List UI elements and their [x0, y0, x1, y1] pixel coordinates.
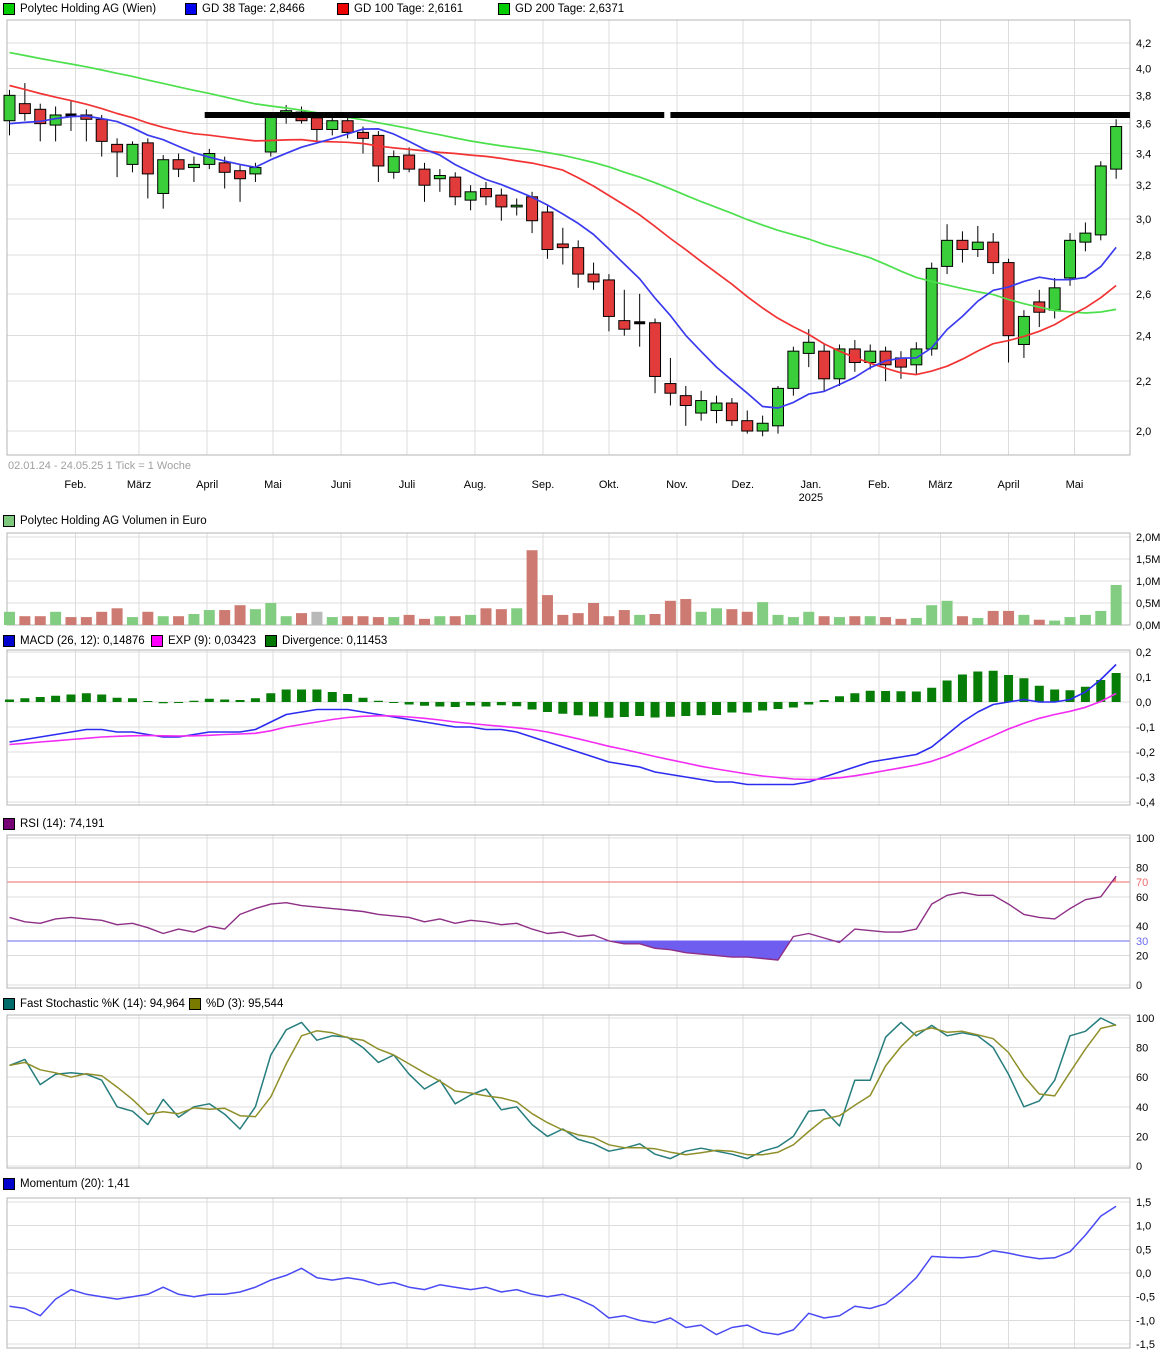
month-label: Dez. [731, 479, 754, 491]
axis-tick-label: 3,6 [1136, 119, 1151, 131]
volume-bars [4, 550, 1122, 625]
month-label: März [928, 479, 952, 491]
axis-tick-label: 2,0 [1136, 426, 1151, 438]
axis-tick-label: 70 [1136, 877, 1148, 889]
axis-tick-label: 0 [1136, 1161, 1142, 1173]
month-label: Juli [399, 479, 416, 491]
month-label: März [127, 479, 151, 491]
axis-tick-label: 3,2 [1136, 180, 1151, 192]
axis-tick-label: 100 [1136, 833, 1154, 845]
axis-tick-label: 2,6 [1136, 289, 1151, 301]
rsi-panel [7, 835, 1130, 988]
month-label: Juni [331, 479, 351, 491]
stochastic-indicator [10, 1018, 1117, 1159]
axis-tick-label: 2,0M [1136, 532, 1160, 544]
mom-panel [7, 1198, 1130, 1348]
month-label: Nov. [666, 479, 688, 491]
candlesticks [4, 83, 1122, 436]
axis-tick-label: 40 [1136, 921, 1148, 933]
axis-tick-label: 1,0 [1136, 1221, 1151, 1233]
axis-tick-label: 4,2 [1136, 38, 1151, 50]
axis-tick-label: 60 [1136, 892, 1148, 904]
axis-tick-label: 2,8 [1136, 250, 1151, 262]
gd40-line [10, 53, 1117, 313]
axis-tick-label: 2,4 [1136, 331, 1151, 343]
volume-panel [7, 533, 1130, 625]
rsi-indicator [10, 876, 1117, 960]
month-label: April [998, 479, 1020, 491]
axis-tick-label: 80 [1136, 862, 1148, 874]
axis-tick-label: -0,5 [1136, 1292, 1155, 1304]
chart-canvas[interactable]: 4,2 4,0 3,8 3,6 3,4 3,2 3,0 2,8 2,6 2,4 2,2 2,0 2,0M… [0, 0, 1175, 1361]
axis-tick-label: 0,0 [1136, 1268, 1151, 1280]
axis-tick-label: 0,5 [1136, 1244, 1151, 1256]
axis-tick-label: 100 [1136, 1013, 1154, 1025]
price-panel [7, 20, 1130, 455]
axis-tick-label: 0,2 [1136, 647, 1151, 659]
axis-tick-label: 0,0 [1136, 697, 1151, 709]
axis-tick-label: 1,0M [1136, 576, 1160, 588]
month-label: Jan. [800, 479, 821, 491]
month-label: Mai [1066, 479, 1084, 491]
macd-panel [7, 650, 1130, 805]
axis-tick-label: 40 [1136, 1102, 1148, 1114]
month-label: Feb. [64, 479, 86, 491]
month-label: Aug. [464, 479, 487, 491]
month-label: April [196, 479, 218, 491]
month-label: Feb. [868, 479, 890, 491]
axis-tick-label: -1,5 [1136, 1339, 1155, 1351]
axis-tick-label: 3,0 [1136, 214, 1151, 226]
axis-tick-label: 0 [1136, 980, 1142, 992]
axis-tick-label: 0,0M [1136, 620, 1160, 632]
axis-tick-label: 30 [1136, 936, 1148, 948]
axis-tick-label: 1,5 [1136, 1197, 1151, 1209]
axis-tick-label: -0,1 [1136, 722, 1155, 734]
axis-tick-label: 1,5M [1136, 554, 1160, 566]
macd-indicator [5, 665, 1121, 785]
axis-tick-label: -0,4 [1136, 797, 1155, 809]
axis-tick-label: 4,0 [1136, 64, 1151, 76]
axis-tick-label: -1,0 [1136, 1315, 1155, 1327]
stock-chart-page: Polytec Holding AG (Wien) GD 38 Tage: 2,… [0, 0, 1175, 1361]
axis-tick-label: 0,1 [1136, 672, 1151, 684]
year-label: 2025 [799, 492, 823, 504]
date-range-label: 02.01.24 - 24.05.25 1 Tick = 1 Woche [8, 460, 191, 472]
axis-tick-label: 0,5M [1136, 598, 1160, 610]
month-label: Mai [264, 479, 282, 491]
month-label: Sep. [532, 479, 555, 491]
axis-tick-label: 60 [1136, 1072, 1148, 1084]
stoch-panel [7, 1015, 1130, 1168]
month-label: Okt. [599, 479, 619, 491]
axis-tick-label: 2,2 [1136, 376, 1151, 388]
axis-tick-label: 80 [1136, 1043, 1148, 1055]
axis-tick-label: 20 [1136, 1131, 1148, 1143]
axis-tick-label: 3,8 [1136, 90, 1151, 102]
axis-tick-label: -0,2 [1136, 747, 1155, 759]
axis-tick-label: -0,3 [1136, 772, 1155, 784]
axis-tick-label: 20 [1136, 951, 1148, 963]
axis-tick-label: 3,4 [1136, 149, 1151, 161]
